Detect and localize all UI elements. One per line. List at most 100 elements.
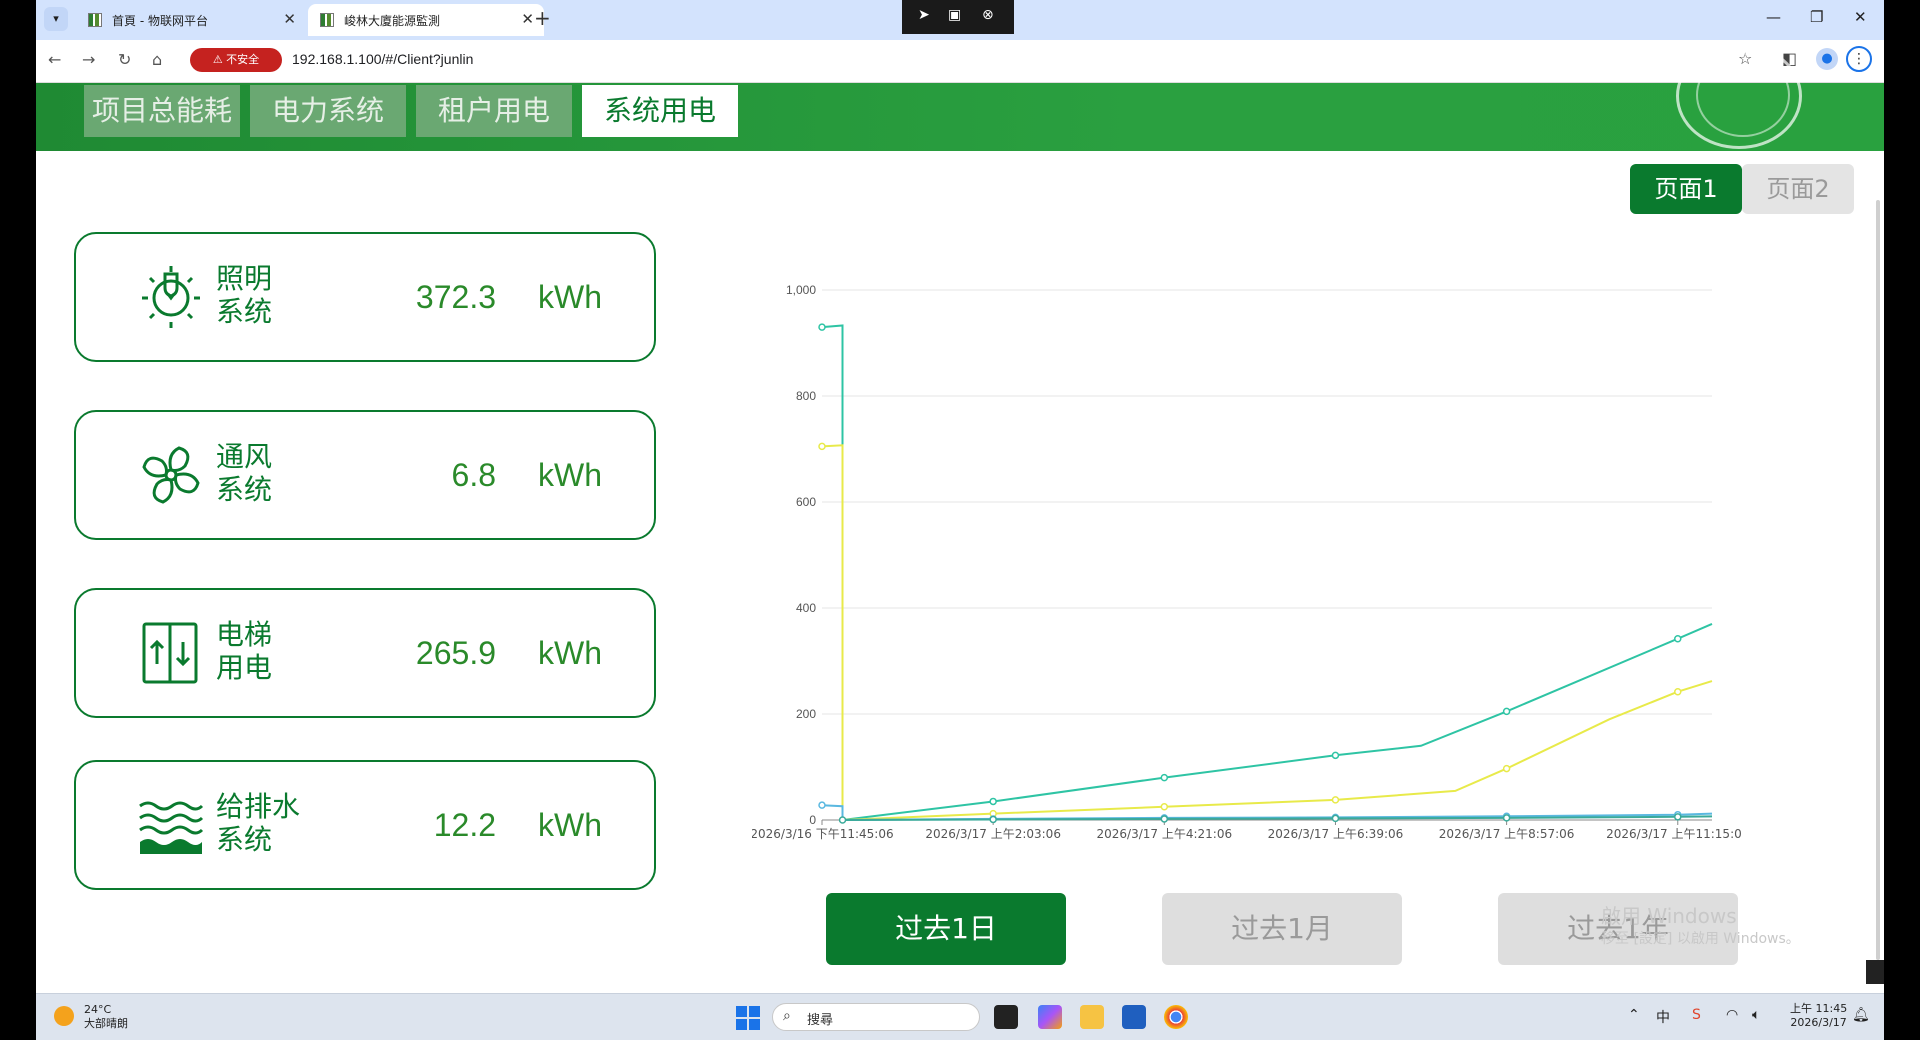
copilot-icon[interactable] — [1038, 1005, 1062, 1029]
file-explorer-icon[interactable] — [1080, 1005, 1104, 1029]
screen-icon[interactable]: ▣ — [948, 7, 961, 23]
not-secure-label: 不安全 — [226, 53, 260, 66]
data-point — [1674, 813, 1682, 821]
task-view-icon[interactable] — [994, 1005, 1018, 1029]
profile-avatar[interactable]: ● — [1816, 48, 1838, 70]
past-day-button[interactable]: 过去1日 — [826, 893, 1066, 965]
light-bulb-icon — [142, 266, 200, 328]
windows-taskbar: 24°C 大部晴朗 ⌕ 搜尋 ⌃ 中 S ◠ 🔈︎ 上午 11:45 2026/3/… — [36, 993, 1884, 1040]
screen: ▾ 首頁 - 物联网平台 ✕ 峻林大廈能源監測 ✕ + ➤ ▣ ⊗ — ❐ ✕ … — [36, 0, 1884, 1040]
browser-tab-energy[interactable]: 峻林大廈能源監測 ✕ — [308, 4, 544, 36]
favicon-icon — [88, 13, 102, 27]
card-title-line1: 照明 — [216, 262, 273, 295]
energy-line-chart[interactable]: 0 200 400 600 800 1,000 2026/3/16 下午11:45:06 20… — [752, 270, 1742, 850]
clock-date: 2026/3/17 — [1790, 1016, 1847, 1029]
ventilation-card: 通风 系统 6.8 kWh — [74, 410, 656, 540]
close-tab-icon[interactable]: ✕ — [283, 10, 296, 28]
nav-tab-total[interactable]: 项目总能耗 — [84, 85, 240, 137]
remote-control-bar: ➤ ▣ ⊗ — [902, 0, 1014, 34]
ime-indicator[interactable]: 中 — [1656, 1007, 1670, 1027]
browser-tab-home[interactable]: 首頁 - 物联网平台 ✕ — [76, 4, 306, 36]
card-value: 12.2 — [433, 807, 496, 843]
close-window-icon[interactable]: ✕ — [1854, 8, 1867, 26]
card-title-line1: 电梯 — [216, 618, 273, 651]
card-title: 照明 系统 — [216, 262, 272, 328]
new-tab-button[interactable]: + — [534, 6, 551, 30]
header-banner: 项目总能耗 电力系统 租户用电 系统用电 — [36, 43, 1884, 151]
x-tick-label: 2026/3/17 上午8:57:06 — [1439, 827, 1575, 841]
nav-tab-power[interactable]: 电力系统 — [250, 85, 406, 137]
card-unit: kWh — [538, 807, 602, 843]
card-value: 265.9 — [415, 635, 496, 671]
data-point — [818, 801, 826, 809]
card-title-line1: 给排水 — [216, 790, 301, 823]
tray-chevron-icon[interactable]: ⌃ — [1628, 1007, 1640, 1023]
activate-windows-title: 啟用 Windows — [1601, 904, 1737, 928]
lighting-card: 照明 系统 372.3 kWh — [74, 232, 656, 362]
weather-text: 大部晴朗 — [84, 1017, 128, 1030]
data-point — [1331, 751, 1340, 760]
nav-tab-system[interactable]: 系统用电 — [582, 85, 738, 137]
pointer-icon[interactable]: ➤ — [918, 7, 930, 23]
wifi-icon[interactable]: ◠ — [1726, 1007, 1738, 1023]
home-icon[interactable]: ⌂ — [152, 50, 162, 69]
close-tab-icon[interactable]: ✕ — [521, 10, 534, 28]
search-icon: ⌕ — [783, 1008, 791, 1024]
y-tick-label: 200 — [796, 707, 816, 721]
volume-icon[interactable]: 🔈︎ — [1752, 1007, 1760, 1023]
data-point — [1502, 707, 1511, 716]
water-card: 给排水 系统 12.2 kWh — [74, 760, 656, 890]
app-tray-icon[interactable]: S — [1692, 1007, 1701, 1023]
url-field[interactable]: 192.168.1.100/#/Client?junlin — [292, 51, 473, 67]
data-point — [989, 797, 997, 806]
weather-sun-icon[interactable] — [54, 1006, 74, 1026]
card-unit: kWh — [538, 635, 602, 671]
reload-icon[interactable]: ↻ — [118, 50, 131, 69]
data-point — [1502, 814, 1511, 822]
system-clock[interactable]: 上午 11:45 2026/3/17 — [1790, 1002, 1847, 1030]
close-circle-icon[interactable]: ⊗ — [982, 7, 994, 23]
card-value: 6.8 — [451, 457, 496, 493]
not-secure-badge[interactable]: ⚠ 不安全 — [190, 48, 282, 72]
page-2-button[interactable]: 页面2 — [1742, 164, 1854, 214]
card-title-line2: 系统 — [216, 823, 273, 856]
clock-time: 上午 11:45 — [1790, 1002, 1848, 1015]
data-point — [1502, 764, 1511, 773]
elevator-card: 电梯 用电 265.9 kWh — [74, 588, 656, 718]
weather-widget[interactable]: 24°C 大部晴朗 — [84, 1003, 128, 1031]
card-title-line2: 用电 — [216, 651, 273, 684]
restore-icon[interactable]: ❐ — [1810, 8, 1823, 26]
data-point — [1331, 796, 1340, 804]
card-unit: kWh — [538, 457, 602, 493]
address-bar: ← → ↻ ⌂ ⚠ 不安全 192.168.1.100/#/Client?jun… — [36, 40, 1884, 83]
minimize-icon[interactable]: — — [1766, 8, 1781, 26]
browser-menu-icon[interactable]: ⋮ — [1846, 46, 1872, 72]
card-title-line2: 系统 — [216, 473, 273, 506]
series-line-0 — [821, 324, 1713, 822]
weather-temp: 24°C — [84, 1003, 112, 1016]
page-scrollbar[interactable] — [1876, 200, 1880, 960]
page-1-button[interactable]: 页面1 — [1630, 164, 1742, 214]
data-point — [818, 323, 826, 331]
card-title-line1: 通风 — [216, 440, 273, 473]
x-tick-label: 2026/3/17 上午11:15:06 — [1606, 827, 1742, 841]
card-value: 372.3 — [415, 279, 496, 315]
tab-title: 峻林大廈能源監測 — [344, 14, 441, 28]
data-point — [818, 442, 826, 451]
data-point — [1160, 815, 1169, 823]
past-month-button[interactable]: 过去1月 — [1162, 893, 1402, 965]
y-tick-label: 400 — [796, 601, 816, 615]
notification-flag-icon — [1866, 960, 1884, 984]
taskbar-search[interactable]: ⌕ 搜尋 — [772, 1003, 980, 1031]
forward-icon[interactable]: → — [82, 50, 95, 69]
y-tick-label: 600 — [796, 495, 816, 509]
activate-windows-subtitle: 移至 [設定] 以啟用 Windows。 — [1601, 931, 1800, 947]
store-icon[interactable] — [1122, 1005, 1146, 1029]
logo-swirl-inner-icon — [1696, 53, 1790, 137]
nav-tab-tenant[interactable]: 租户用电 — [416, 85, 572, 137]
tab-search-button[interactable]: ▾ — [44, 7, 68, 31]
start-icon[interactable] — [736, 1006, 760, 1030]
back-icon[interactable]: ← — [48, 50, 61, 69]
chrome-icon[interactable] — [1164, 1005, 1188, 1029]
notification-bell-icon[interactable]: 🔔︎ — [1852, 1007, 1870, 1023]
